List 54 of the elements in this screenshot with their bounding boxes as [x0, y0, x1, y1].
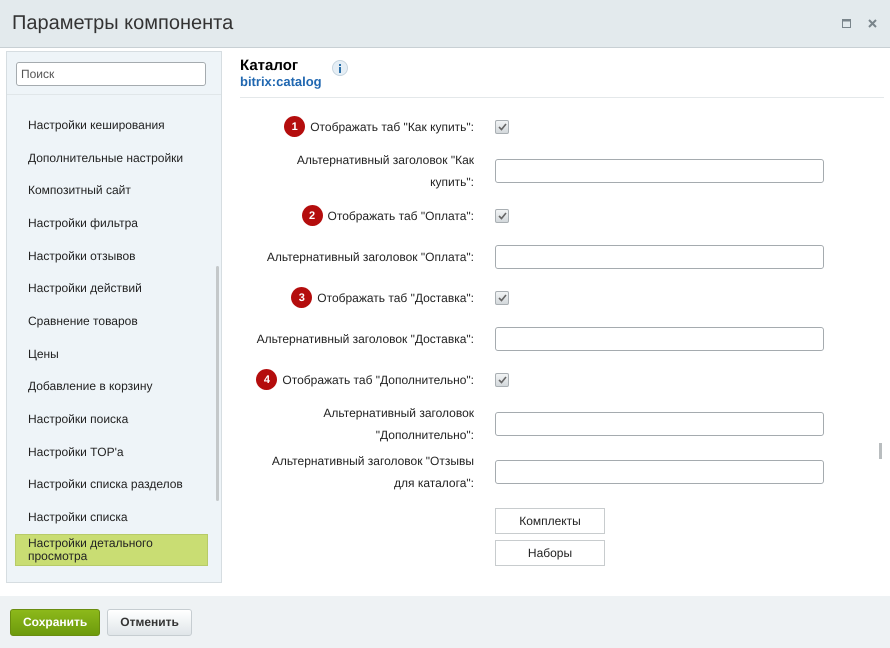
field-label: Отображать таб "Оплата":	[328, 208, 474, 224]
sidebar-item[interactable]: Настройки детального просмотра	[15, 534, 208, 566]
component-code: bitrix:catalog	[240, 74, 322, 89]
sidebar-item[interactable]: Настройки списка	[15, 501, 208, 534]
sidebar-item[interactable]: Настройки фильтра	[15, 207, 208, 240]
input-field[interactable]	[495, 460, 824, 484]
search-field[interactable]: Поиск	[16, 62, 206, 86]
field-label: Отображать таб "Дополнительно":	[282, 372, 474, 388]
checkmark-icon	[498, 212, 506, 220]
checkbox[interactable]	[495, 290, 509, 304]
square-icon	[842, 19, 850, 28]
number-badge: 2	[302, 205, 323, 226]
checkmark-icon	[498, 294, 506, 302]
field-label: Отображать таб "Как купить":	[310, 118, 474, 136]
number-badge: 4	[256, 369, 278, 390]
checkmark-icon	[498, 376, 506, 384]
field-label: Альтернативный заголовок "Оплата":	[266, 248, 474, 266]
close-button[interactable]	[866, 18, 878, 30]
scrollbar-thumb[interactable]	[879, 443, 882, 459]
cancel-button[interactable]: Отменить	[107, 608, 192, 636]
sidebar-item[interactable]: Сравнение товаров	[15, 305, 208, 338]
scrollbar-thumb[interactable]	[216, 266, 219, 501]
number-badge: 1	[284, 116, 306, 137]
component-title: Каталог	[240, 57, 300, 74]
sidebar-item[interactable]: Настройки TOP'а	[15, 436, 208, 469]
sidebar-item[interactable]: Настройки поиска	[15, 403, 208, 436]
sidebar-item[interactable]: Добавление в корзину	[15, 370, 208, 404]
info-icon[interactable]	[332, 60, 348, 76]
sidebar-item[interactable]: Цены	[15, 338, 208, 370]
sidebar-item[interactable]: Настройки кеширования	[15, 109, 208, 142]
checkmark-icon	[498, 122, 506, 130]
input-field[interactable]	[495, 412, 824, 436]
checkbox[interactable]	[495, 372, 509, 386]
field-label: Альтернативный заголовок "Доставка":	[256, 330, 474, 348]
input-field[interactable]	[495, 326, 824, 350]
checkbox[interactable]	[495, 208, 509, 222]
sidebar-item[interactable]: Композитный сайт	[15, 174, 208, 208]
input-field[interactable]	[495, 159, 824, 183]
field-label: Альтернативный заголовок "Как купить":	[296, 152, 474, 191]
close-icon	[868, 19, 876, 28]
sidebar-item[interactable]: Дополнительные настройки	[15, 142, 208, 174]
maximize-button[interactable]	[840, 18, 852, 30]
sidebar-item[interactable]: Настройки списка разделов	[15, 468, 208, 502]
field-label: Альтернативный заголовок "Дополнительно":	[322, 405, 474, 444]
number-badge: 3	[291, 287, 312, 308]
sidebar-item[interactable]: Настройки отзывов	[15, 240, 208, 272]
option-button[interactable]: Наборы	[495, 540, 605, 566]
checkbox[interactable]	[495, 120, 509, 134]
field-label: Альтернативный заголовок "Отзывы для каталога":	[270, 453, 474, 492]
sidebar-item[interactable]: Настройки действий	[15, 272, 208, 306]
field-label: Отображать таб "Доставка":	[317, 290, 474, 306]
option-button[interactable]: Комплекты	[495, 508, 605, 534]
input-field[interactable]	[495, 244, 824, 268]
window-title: Параметры компонента	[12, 12, 234, 35]
